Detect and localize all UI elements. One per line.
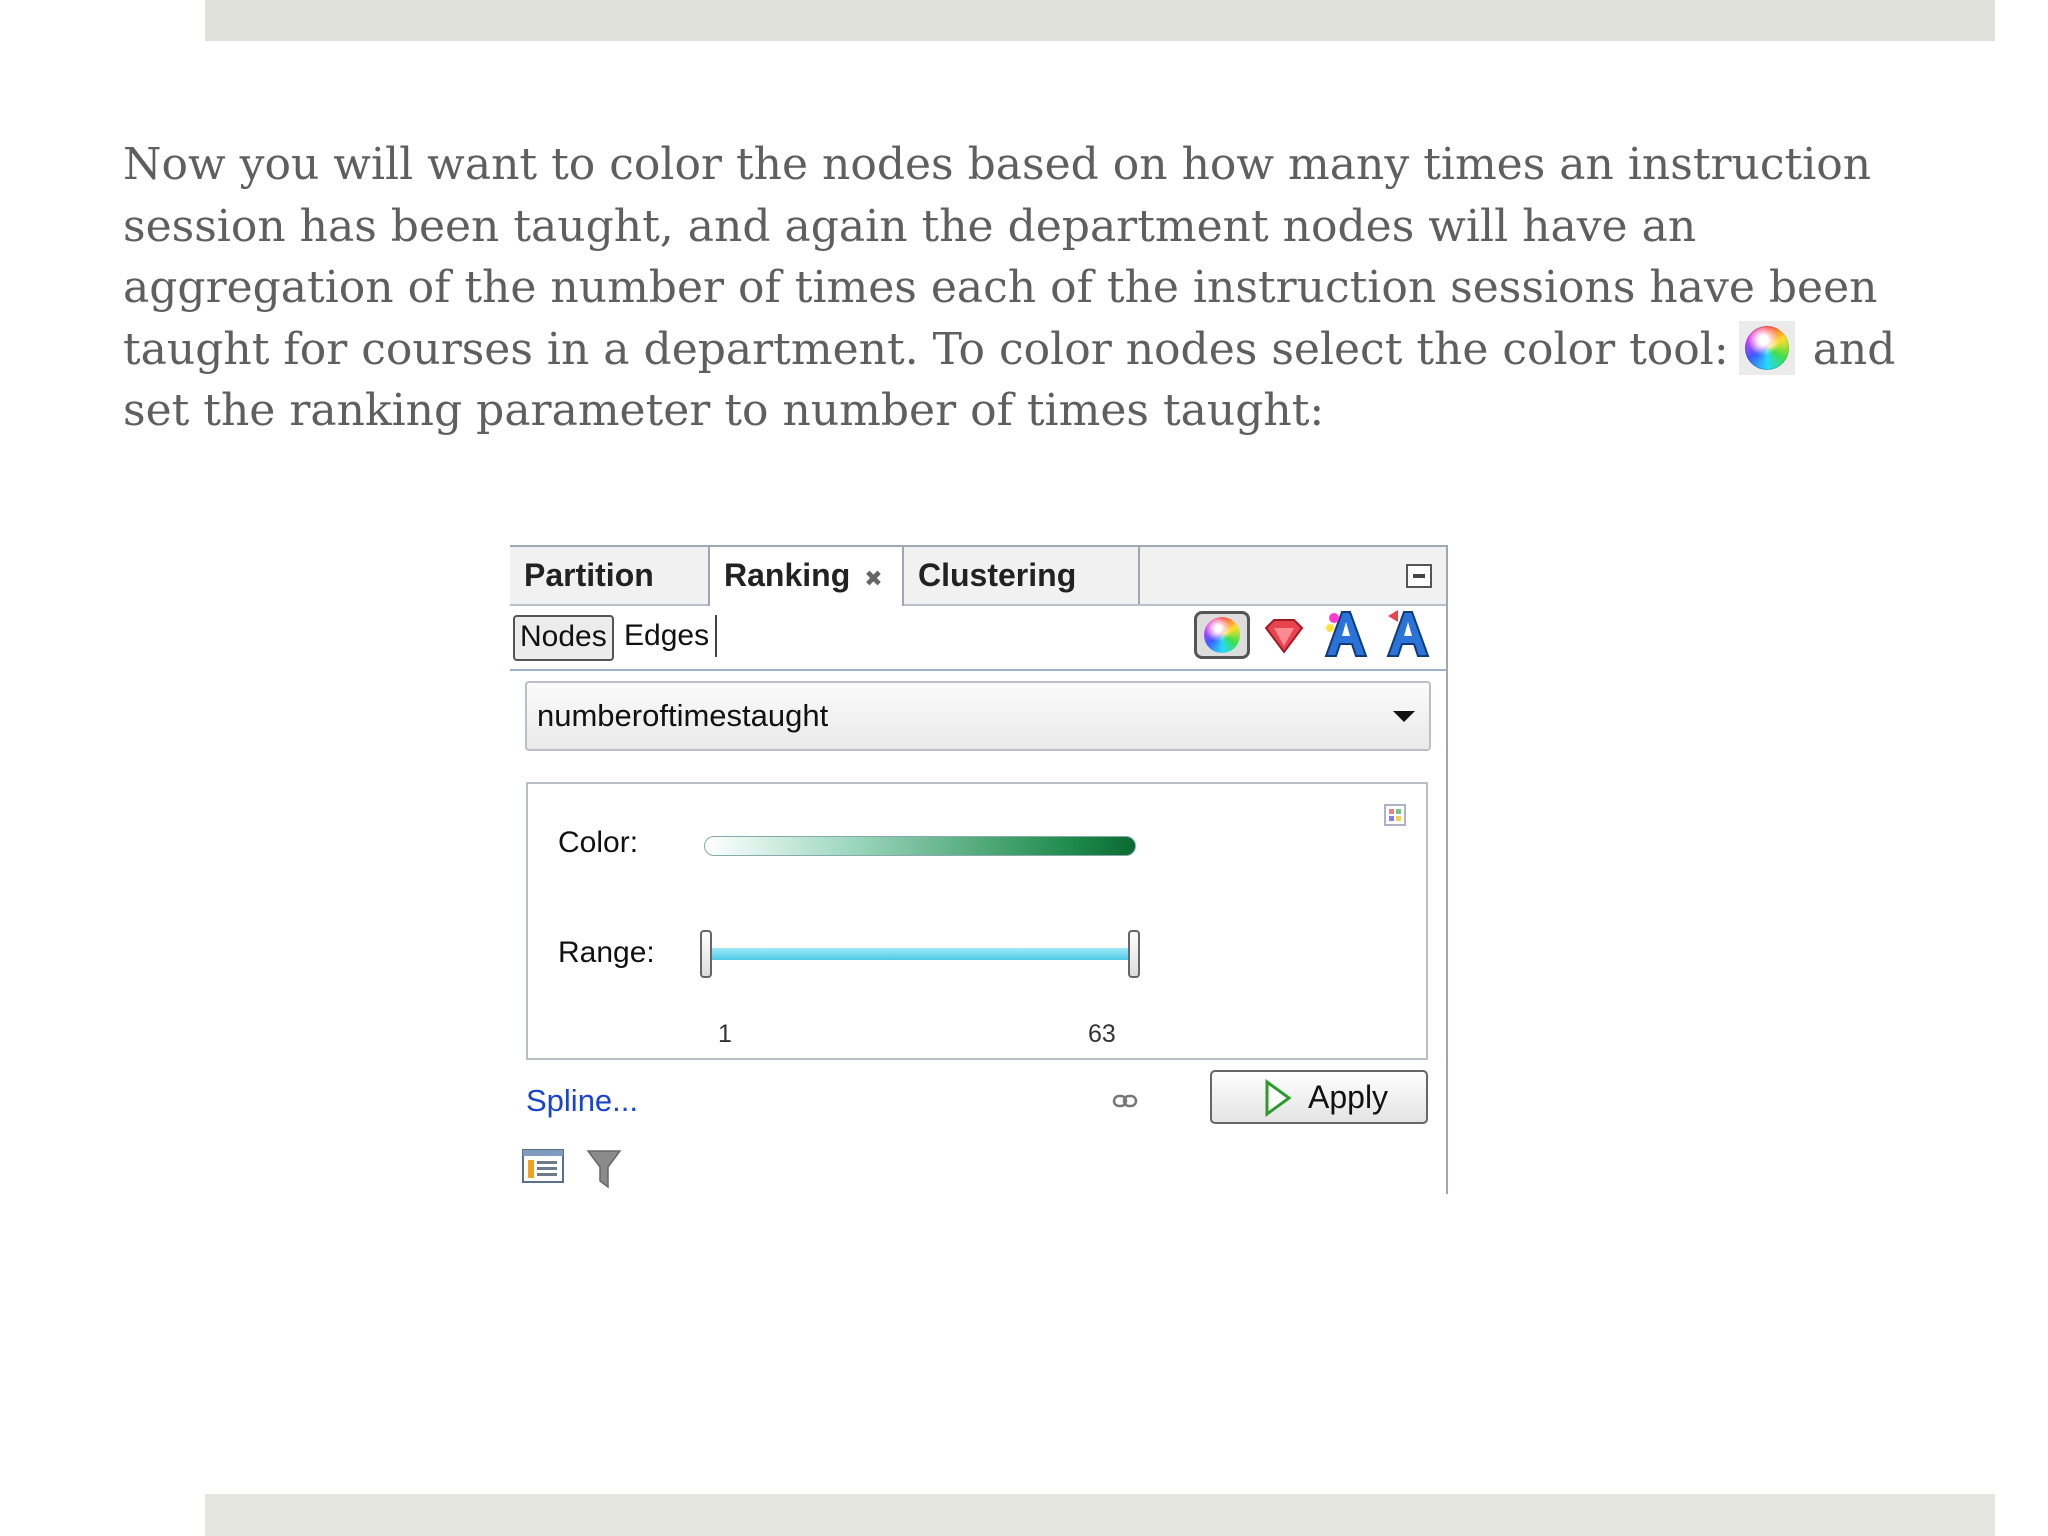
size-diamond-icon[interactable] [1262,616,1306,656]
palette-icon[interactable] [1384,804,1406,826]
tab-clustering[interactable]: Clustering [904,547,1140,604]
ranking-parameter-select[interactable]: numberoftimestaught [525,681,1431,751]
color-tool-inline-icon [1738,321,1795,375]
range-max-handle[interactable] [1128,930,1140,978]
link-icon[interactable] [1112,1093,1138,1109]
range-min-handle[interactable] [700,930,712,978]
tab-ranking-label: Ranking [724,557,851,593]
color-label: Color: [558,826,639,859]
minimize-icon[interactable] [1406,564,1432,588]
ranking-panel: Partition Ranking ✖ Clustering Nodes Edge… [510,545,1448,1194]
color-gradient-bar[interactable] [704,836,1136,856]
instruction-line-3: aggregation of the number of times each … [123,262,1878,313]
tab-ranking[interactable]: Ranking ✖ [708,547,904,606]
results-list-icon[interactable] [522,1149,564,1183]
instruction-line-4: taught for courses in a department. To c… [123,319,1923,381]
tab-partition[interactable]: Partition [510,547,708,604]
instruction-line-4-end: and [1812,323,1896,375]
edges-toggle-button[interactable]: Edges [618,615,718,657]
range-slider-track[interactable] [708,948,1132,960]
ranking-settings: Color: Range: 1 63 [526,782,1428,1060]
instruction-line-2: session has been taught, and again the d… [123,200,1697,252]
chevron-down-icon [1393,711,1415,722]
selected-parameter: numberoftimestaught [537,698,829,733]
color-wheel-icon [1744,326,1789,370]
slide-bottom-bar [205,1494,1995,1536]
close-tab-icon[interactable]: ✖ [864,566,882,591]
element-toolbar: Nodes Edges [510,606,1446,671]
instruction-line-1: Now you will want to color the nodes bas… [123,139,1872,190]
range-min-value: 1 [718,1020,732,1048]
label-size-icon[interactable] [1384,608,1432,660]
panel-tabs: Partition Ranking ✖ Clustering [510,547,1446,606]
range-max-value: 63 [1088,1020,1116,1048]
spline-link[interactable]: Spline... [526,1083,638,1119]
apply-button[interactable]: Apply [1210,1070,1428,1124]
filter-icon[interactable] [586,1147,622,1189]
slide-top-bar [205,0,1995,41]
instruction-line-5: set the ranking parameter to number of t… [123,385,1325,436]
color-tool-button[interactable] [1194,611,1250,659]
label-color-icon[interactable] [1322,608,1370,660]
tab-clustering-label: Clustering [918,557,1077,593]
color-wheel-icon [1204,617,1240,653]
play-icon [1265,1079,1292,1117]
tab-partition-label: Partition [524,557,654,593]
nodes-toggle-button[interactable]: Nodes [513,615,614,661]
apply-label: Apply [1308,1079,1389,1115]
instruction-line-4-text: taught for courses in a department. To c… [123,323,1729,375]
instruction-text: Now you will want to color the nodes bas… [123,134,1923,442]
range-label: Range: [558,936,655,969]
